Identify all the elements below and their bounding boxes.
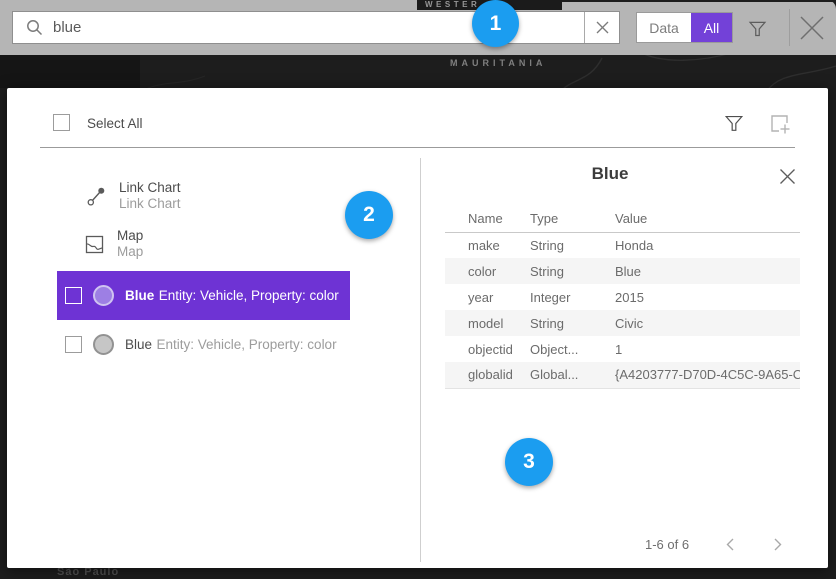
column-header: Name (445, 206, 530, 232)
map-top-edge (560, 0, 836, 2)
chevron-left-icon (726, 538, 734, 551)
cell-value: 1 (615, 336, 800, 362)
add-selection-button[interactable] (768, 112, 792, 136)
entity-circle-icon (93, 285, 114, 306)
result-title: Map (117, 228, 143, 244)
result-title: Blue (125, 288, 154, 303)
table-header-row: Name Type Value (445, 206, 800, 232)
cell-name: make (445, 232, 530, 258)
chevron-right-icon (774, 538, 782, 551)
cell-type: String (530, 258, 615, 284)
result-subtitle: Map (117, 244, 143, 260)
result-item-map[interactable]: Map Map (84, 228, 143, 260)
add-selection-icon (768, 112, 792, 136)
result-subtitle: Entity: Vehicle, Property: color (156, 337, 336, 352)
cell-type: Object... (530, 336, 615, 362)
result-item-link-chart[interactable]: Link Chart Link Chart (86, 180, 181, 212)
map-boundary-lines (0, 50, 836, 92)
column-divider (420, 158, 421, 562)
table-row: globalid Global... {A4203777-D70D-4C5C-9… (445, 362, 800, 388)
cell-value: Honda (615, 232, 800, 258)
select-all-label: Select All (87, 116, 143, 131)
x-icon (596, 21, 609, 34)
cell-value: {A4203777-D70D-4C5C-9A65-C... (615, 362, 800, 388)
select-all-checkbox[interactable] (53, 114, 70, 131)
x-icon (779, 168, 796, 185)
funnel-icon (747, 18, 768, 39)
table-row: make String Honda (445, 232, 800, 258)
table-row: model String Civic (445, 310, 800, 336)
x-icon (799, 15, 825, 41)
search-filter-button[interactable] (742, 13, 772, 43)
search-results-panel: Select All (7, 88, 828, 568)
column-header: Type (530, 206, 615, 232)
pagination: 1-6 of 6 (440, 534, 800, 554)
cell-type: String (530, 310, 615, 336)
app-window: MAURITANIA São Paulo Data (0, 0, 836, 579)
scope-all-button[interactable]: All (691, 13, 732, 42)
callout-badge-3: 3 (505, 438, 553, 486)
pagination-prev-button[interactable] (723, 536, 737, 552)
scope-toggle: Data All (636, 12, 733, 43)
header-divider (40, 147, 795, 148)
cell-value: Civic (615, 310, 800, 336)
pagination-range-label: 1-6 of 6 (645, 537, 689, 552)
cell-value: 2015 (615, 284, 800, 310)
cell-name: objectid (445, 336, 530, 362)
column-header: Value (615, 206, 800, 232)
result-checkbox[interactable] (65, 287, 82, 304)
cell-name: color (445, 258, 530, 284)
result-title: Blue (125, 337, 152, 352)
table-row: objectid Object... 1 (445, 336, 800, 362)
result-subtitle: Link Chart (119, 196, 181, 212)
cell-name: year (445, 284, 530, 310)
table-row: color String Blue (445, 258, 800, 284)
table-row: year Integer 2015 (445, 284, 800, 310)
result-item-blue-selected[interactable]: Blue Entity: Vehicle, Property: color (57, 271, 350, 320)
map-icon (84, 234, 105, 255)
toolbar-divider (789, 9, 790, 46)
scope-data-button[interactable]: Data (637, 13, 691, 42)
entity-circle-icon (93, 334, 114, 355)
results-filter-button[interactable] (723, 112, 745, 134)
map-label-mauritania: MAURITANIA (450, 58, 610, 68)
magnifier-icon (26, 19, 43, 36)
detail-close-button[interactable] (777, 166, 797, 186)
result-item-blue[interactable]: Blue Entity: Vehicle, Property: color (57, 320, 350, 369)
search-box (12, 11, 620, 44)
detail-title: Blue (440, 164, 780, 184)
callout-badge-1: 1 (472, 0, 519, 47)
link-chart-icon (86, 186, 107, 207)
cell-name: model (445, 310, 530, 336)
cell-type: Global... (530, 362, 615, 388)
cell-name: globalid (445, 362, 530, 388)
cell-value: Blue (615, 258, 800, 284)
attribute-table: Name Type Value make String Honda color … (445, 206, 800, 389)
cell-type: Integer (530, 284, 615, 310)
result-subtitle: Entity: Vehicle, Property: color (159, 288, 339, 303)
funnel-icon (723, 112, 745, 134)
callout-badge-2: 2 (345, 191, 393, 239)
pagination-next-button[interactable] (771, 536, 785, 552)
result-checkbox[interactable] (65, 336, 82, 353)
close-search-button[interactable] (797, 13, 827, 43)
result-title: Link Chart (119, 180, 181, 196)
cell-type: String (530, 232, 615, 258)
clear-search-button[interactable] (584, 12, 619, 43)
